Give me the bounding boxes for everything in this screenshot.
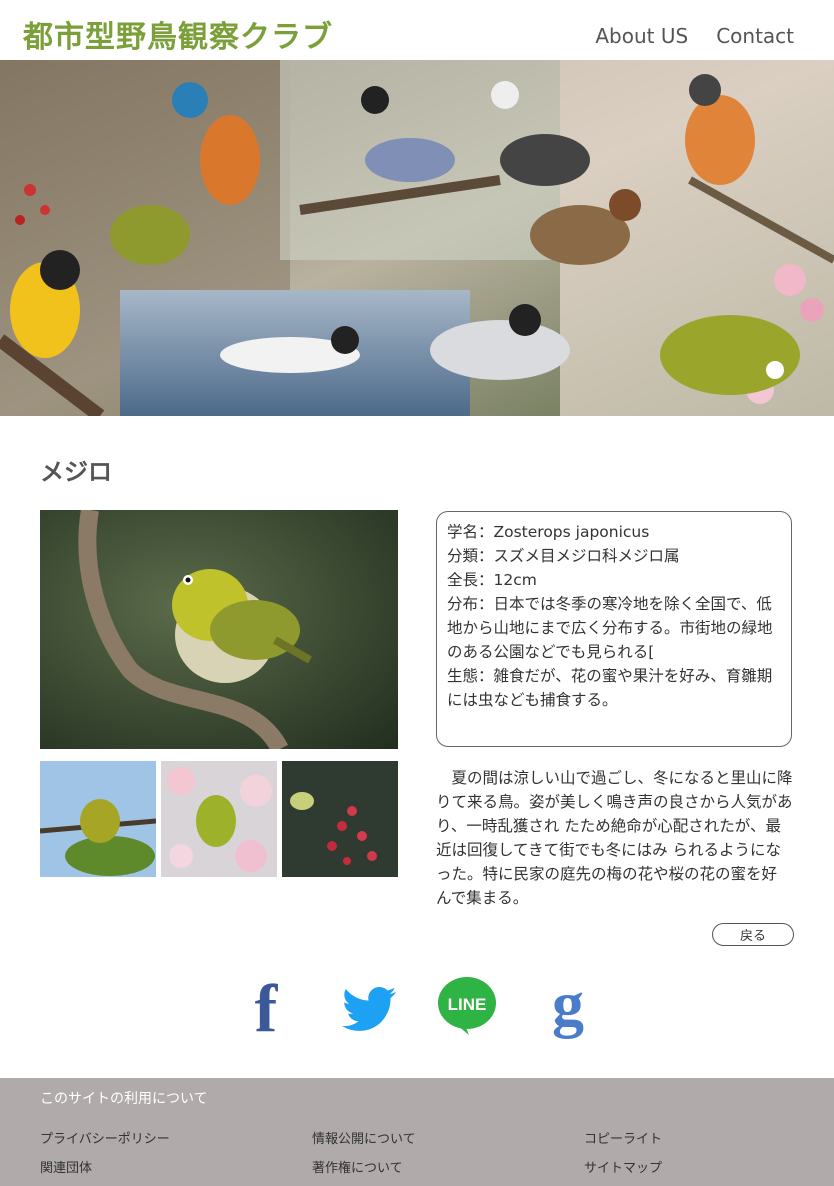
bird-info-box: 学名：Zosterops japonicus 分類：スズメ目メジロ科メジロ属 全… bbox=[436, 511, 792, 747]
twitter-icon[interactable] bbox=[336, 975, 400, 1039]
bird-name-heading: メジロ bbox=[40, 458, 112, 486]
scientific-name: 学名：Zosterops japonicus bbox=[447, 523, 650, 541]
google-icon[interactable]: g bbox=[536, 968, 600, 1039]
nav-contact[interactable]: Contact bbox=[716, 24, 794, 48]
thumbnail-1[interactable] bbox=[40, 761, 156, 877]
nav-about-us[interactable]: About US bbox=[595, 24, 688, 48]
footer-link-sitemap[interactable]: サイトマップ bbox=[584, 1157, 662, 1176]
site-header: 都市型野鳥観察クラブ About US Contact bbox=[0, 0, 834, 60]
classification: 分類：スズメ目メジロ科メジロ属 bbox=[447, 547, 680, 565]
footer-link-information-disclosure[interactable]: 情報公開について bbox=[312, 1128, 416, 1147]
main-nav: About US Contact bbox=[595, 24, 794, 48]
facebook-icon[interactable]: f bbox=[234, 970, 298, 1046]
line-icon[interactable]: LINE bbox=[435, 975, 499, 1039]
footer-link-copyright[interactable]: コピーライト bbox=[584, 1128, 662, 1147]
svg-text:LINE: LINE bbox=[448, 995, 487, 1014]
hero-bird-collage bbox=[0, 60, 834, 416]
footer-link-copyright-policy[interactable]: 著作権について bbox=[312, 1157, 403, 1176]
svg-text:f: f bbox=[255, 975, 279, 1039]
ecology: 生態：雑食だが、花の蜜や果汁を好み、育雛期には虫なども捕食する。 bbox=[447, 667, 773, 709]
thumbnail-2[interactable] bbox=[161, 761, 277, 877]
footer-link-privacy-policy[interactable]: プライバシーポリシー bbox=[40, 1128, 170, 1147]
bird-description: 夏の間は涼しい山で過ごし、冬になると里山に降りて来る鳥。姿が美しく鳴き声の良さか… bbox=[436, 769, 793, 907]
footer-title: このサイトの利用について bbox=[40, 1091, 208, 1107]
back-button[interactable]: 戻る bbox=[712, 923, 794, 946]
thumbnail-3[interactable] bbox=[282, 761, 398, 877]
footer-link-related-organizations[interactable]: 関連団体 bbox=[40, 1157, 92, 1176]
distribution: 分布：日本では冬季の寒冷地を除く全国で、低地から山地にまで広く分布する。市街地の… bbox=[447, 595, 773, 661]
svg-text:g: g bbox=[552, 975, 584, 1039]
site-footer: このサイトの利用について プライバシーポリシー 情報公開について コピーライト … bbox=[0, 1078, 834, 1186]
main-bird-photo bbox=[40, 510, 398, 749]
site-logo[interactable]: 都市型野鳥観察クラブ bbox=[23, 12, 333, 56]
body-length: 全長：12cm bbox=[447, 571, 537, 589]
